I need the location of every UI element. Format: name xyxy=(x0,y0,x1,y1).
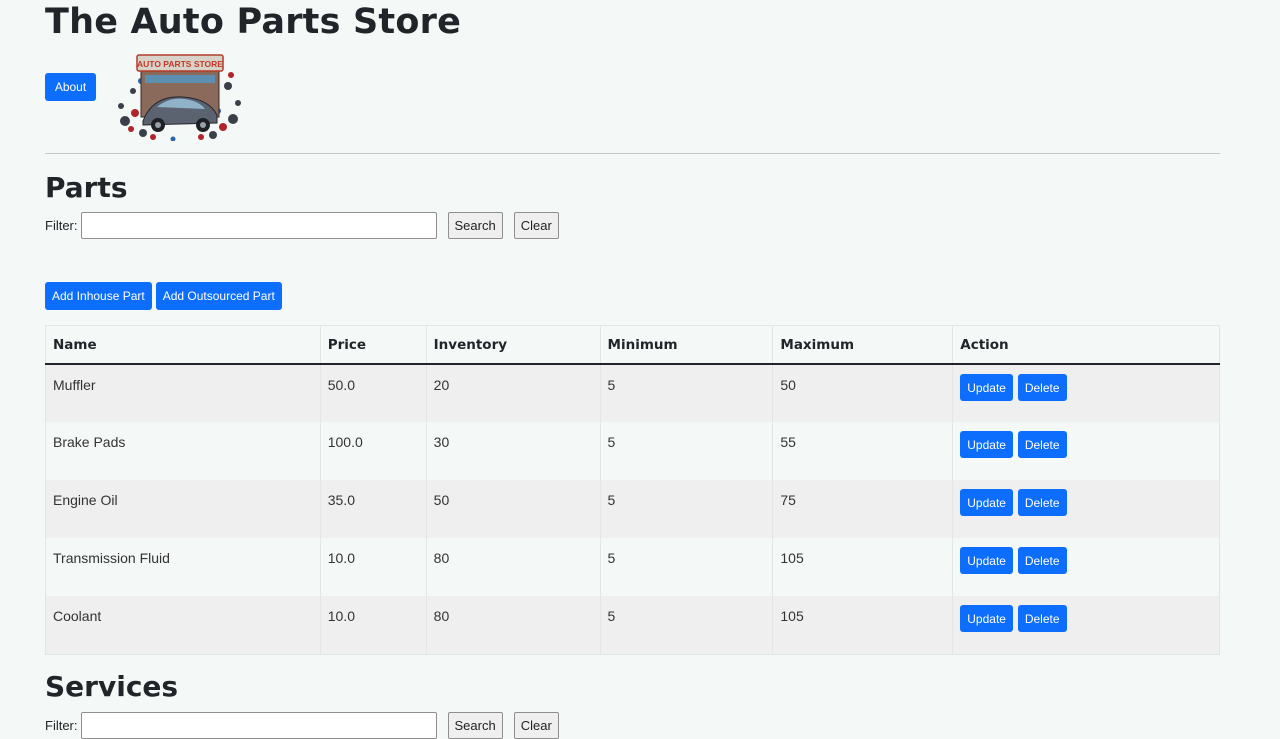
cell-maximum: 55 xyxy=(772,422,954,480)
cell-action: Update Delete xyxy=(952,364,1220,422)
delete-button[interactable]: Delete xyxy=(1017,605,1067,632)
column-header-action: Action xyxy=(952,325,1220,365)
cell-inventory: 80 xyxy=(425,596,601,655)
add-outsourced-part-button[interactable]: Add Outsourced Part xyxy=(155,282,282,310)
column-header-name: Name xyxy=(45,325,321,365)
cell-price: 10.0 xyxy=(319,596,427,655)
update-button[interactable]: Update xyxy=(960,489,1013,516)
table-row: Muffler 50.0 20 5 50 Update Delete xyxy=(45,364,1220,422)
cell-name: Engine Oil xyxy=(45,480,321,538)
services-clear-button[interactable]: Clear xyxy=(513,711,559,739)
cell-price: 35.0 xyxy=(319,480,427,538)
add-part-buttons: Add Inhouse Part Add Outsourced Part xyxy=(45,282,282,310)
cell-name: Muffler xyxy=(45,364,321,422)
cell-action: Update Delete xyxy=(952,538,1220,596)
cell-maximum: 50 xyxy=(772,364,954,422)
update-button[interactable]: Update xyxy=(960,605,1013,632)
table-header-row: Name Price Inventory Minimum Maximum Act… xyxy=(45,325,1220,365)
cell-price: 50.0 xyxy=(319,364,427,422)
cell-minimum: 5 xyxy=(599,364,774,422)
cell-price: 100.0 xyxy=(319,422,427,480)
update-button[interactable]: Update xyxy=(960,547,1013,574)
cell-maximum: 105 xyxy=(772,538,954,596)
store-logo: AUTO PARTS STORE xyxy=(118,54,241,141)
update-button[interactable]: Update xyxy=(960,431,1013,458)
parts-filter-input[interactable] xyxy=(80,211,437,239)
cell-action: Update Delete xyxy=(952,480,1220,538)
parts-clear-button[interactable]: Clear xyxy=(513,211,559,239)
cell-minimum: 5 xyxy=(599,538,774,596)
cell-name: Brake Pads xyxy=(45,422,321,480)
delete-button[interactable]: Delete xyxy=(1017,547,1067,574)
cell-name: Coolant xyxy=(45,596,321,655)
services-filter-input[interactable] xyxy=(80,711,437,739)
parts-search-button[interactable]: Search xyxy=(447,211,503,239)
parts-heading: Parts xyxy=(45,171,128,204)
cell-maximum: 105 xyxy=(772,596,954,655)
add-inhouse-part-button[interactable]: Add Inhouse Part xyxy=(45,282,152,310)
table-row: Engine Oil 35.0 50 5 75 Update Delete xyxy=(45,480,1220,538)
column-header-minimum: Minimum xyxy=(599,325,774,365)
logo-text: AUTO PARTS STORE xyxy=(137,59,223,69)
cell-name: Transmission Fluid xyxy=(45,538,321,596)
delete-button[interactable]: Delete xyxy=(1017,374,1067,401)
table-row: Coolant 10.0 80 5 105 Update Delete xyxy=(45,596,1220,655)
cell-minimum: 5 xyxy=(599,596,774,655)
column-header-inventory: Inventory xyxy=(425,325,601,365)
cell-inventory: 30 xyxy=(425,422,601,480)
column-header-maximum: Maximum xyxy=(772,325,954,365)
column-header-price: Price xyxy=(319,325,427,365)
services-filter-row: Filter: Search Clear xyxy=(45,711,570,739)
page-title: The Auto Parts Store xyxy=(45,2,462,42)
cell-action: Update Delete xyxy=(952,596,1220,655)
parts-filter-label: Filter: xyxy=(45,217,78,233)
services-heading: Services xyxy=(45,670,179,703)
cell-action: Update Delete xyxy=(952,422,1220,480)
cell-inventory: 80 xyxy=(425,538,601,596)
cell-price: 10.0 xyxy=(319,538,427,596)
about-button[interactable]: About xyxy=(45,73,96,101)
services-search-button[interactable]: Search xyxy=(447,711,503,739)
delete-button[interactable]: Delete xyxy=(1017,431,1067,458)
cell-maximum: 75 xyxy=(772,480,954,538)
cell-inventory: 20 xyxy=(425,364,601,422)
cell-minimum: 5 xyxy=(599,422,774,480)
cell-inventory: 50 xyxy=(425,480,601,538)
table-row: Transmission Fluid 10.0 80 5 105 Update … xyxy=(45,538,1220,596)
delete-button[interactable]: Delete xyxy=(1017,489,1067,516)
parts-table: Name Price Inventory Minimum Maximum Act… xyxy=(45,325,1220,655)
cell-minimum: 5 xyxy=(599,480,774,538)
header-divider xyxy=(45,153,1220,154)
table-row: Brake Pads 100.0 30 5 55 Update Delete xyxy=(45,422,1220,480)
update-button[interactable]: Update xyxy=(960,374,1013,401)
parts-filter-row: Filter: Search Clear xyxy=(45,211,570,239)
